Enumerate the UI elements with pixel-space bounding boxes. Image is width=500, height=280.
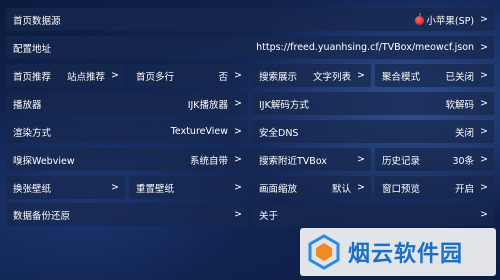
chevron-right-icon: > xyxy=(234,126,242,137)
home-source-label: 首页数据源 xyxy=(13,15,61,27)
watermark-text: 烟云软件园 xyxy=(348,242,464,267)
chevron-right-icon: > xyxy=(234,98,242,109)
chevron-right-icon: > xyxy=(480,209,488,220)
ijk-decode-value: 软解码 xyxy=(445,99,475,111)
search-nearby-tvbox-item[interactable]: 搜索附近TVBox > xyxy=(252,148,371,171)
home-source-item[interactable]: 首页数据源 小苹果(SP) > xyxy=(6,8,494,31)
settings-row: 换张壁纸 > 重置壁纸 > 画面缩放 默认 > 窗口预览 开启 > xyxy=(6,176,494,199)
home-recommend-item[interactable]: 首页推荐 站点推荐 > xyxy=(6,64,125,87)
settings-row: 首页数据源 小苹果(SP) > xyxy=(6,8,494,31)
chevron-right-icon: > xyxy=(480,42,488,53)
search-display-value: 文字列表 xyxy=(313,71,352,83)
chevron-right-icon: > xyxy=(480,182,488,193)
data-backup-label: 数据备份还原 xyxy=(13,210,71,222)
watermark: 烟云软件园 xyxy=(300,228,496,276)
chevron-right-icon: > xyxy=(111,182,119,193)
reset-wallpaper-label: 重置壁纸 xyxy=(136,183,175,195)
apple-icon xyxy=(415,12,425,25)
picture-scale-label: 画面缩放 xyxy=(259,183,298,195)
chevron-right-icon: > xyxy=(357,154,365,165)
window-preview-item[interactable]: 窗口预览 开启 > xyxy=(375,176,494,199)
aggregate-mode-value: 已关闭 xyxy=(445,71,475,83)
history-value: 30条 xyxy=(452,155,475,167)
about-label: 关于 xyxy=(259,210,279,222)
picture-scale-value: 默认 xyxy=(332,183,352,195)
data-backup-item[interactable]: 数据备份还原 > xyxy=(6,203,248,226)
aggregate-mode-label: 聚合模式 xyxy=(382,71,421,83)
home-multirow-label: 首页多行 xyxy=(136,71,175,83)
config-url-label: 配置地址 xyxy=(13,43,52,55)
chevron-right-icon: > xyxy=(234,209,242,220)
chevron-right-icon: > xyxy=(111,70,119,81)
sniff-webview-value: 系统自带 xyxy=(190,155,229,167)
search-nearby-tvbox-label: 搜索附近TVBox xyxy=(259,155,327,167)
render-mode-item[interactable]: 渲染方式 TextureView > xyxy=(6,120,248,143)
sniff-webview-item[interactable]: 嗅探Webview 系统自带 > xyxy=(6,148,248,171)
search-display-item[interactable]: 搜索展示 文字列表 > xyxy=(252,64,371,87)
player-label: 播放器 xyxy=(13,99,42,111)
config-url-value: https://freed.yuanhsing.cf/TVBox/meowcf.… xyxy=(256,42,475,53)
window-preview-label: 窗口预览 xyxy=(382,183,421,195)
home-multirow-item[interactable]: 首页多行 否 > xyxy=(129,64,248,87)
history-label: 历史记录 xyxy=(382,155,421,167)
change-wallpaper-item[interactable]: 换张壁纸 > xyxy=(6,176,125,199)
home-recommend-label: 首页推荐 xyxy=(13,71,52,83)
settings-screen: 首页数据源 小苹果(SP) > 配置地址 https://freed.yuanh… xyxy=(0,0,500,280)
ijk-decode-item[interactable]: IJK解码方式 软解码 > xyxy=(252,92,494,115)
picture-scale-item[interactable]: 画面缩放 默认 > xyxy=(252,176,371,199)
settings-row: 首页推荐 站点推荐 > 首页多行 否 > 搜索展示 文字列表 > 聚合模式 已关… xyxy=(6,64,494,87)
settings-row: 渲染方式 TextureView > 安全DNS 关闭 > xyxy=(6,120,494,143)
chevron-right-icon: > xyxy=(234,182,242,193)
settings-row: 嗅探Webview 系统自带 > 搜索附近TVBox > 历史记录 30条 > xyxy=(6,148,494,171)
aggregate-mode-item[interactable]: 聚合模式 已关闭 > xyxy=(375,64,494,87)
player-item[interactable]: 播放器 IJK播放器 > xyxy=(6,92,248,115)
home-recommend-value: 站点推荐 xyxy=(67,71,106,83)
chevron-right-icon: > xyxy=(480,14,488,25)
settings-row: 播放器 IJK播放器 > IJK解码方式 软解码 > xyxy=(6,92,494,115)
chevron-right-icon: > xyxy=(234,70,242,81)
home-source-value: 小苹果(SP) xyxy=(61,12,474,27)
chevron-right-icon: > xyxy=(480,154,488,165)
chevron-right-icon: > xyxy=(480,98,488,109)
secure-dns-label: 安全DNS xyxy=(259,127,299,139)
history-item[interactable]: 历史记录 30条 > xyxy=(375,148,494,171)
reset-wallpaper-item[interactable]: 重置壁纸 > xyxy=(129,176,248,199)
render-mode-value: TextureView xyxy=(170,126,229,137)
secure-dns-item[interactable]: 安全DNS 关闭 > xyxy=(252,120,494,143)
about-item[interactable]: 关于 > xyxy=(252,203,494,226)
player-value: IJK播放器 xyxy=(187,99,229,111)
render-mode-label: 渲染方式 xyxy=(13,127,52,139)
secure-dns-value: 关闭 xyxy=(455,127,475,139)
home-multirow-value: 否 xyxy=(218,71,229,83)
sniff-webview-label: 嗅探Webview xyxy=(13,155,75,167)
chevron-right-icon: > xyxy=(357,182,365,193)
settings-row: 数据备份还原 > 关于 > xyxy=(6,203,494,226)
chevron-right-icon: > xyxy=(480,126,488,137)
chevron-right-icon: > xyxy=(480,70,488,81)
watermark-logo-icon xyxy=(308,234,340,270)
search-display-label: 搜索展示 xyxy=(259,71,298,83)
chevron-right-icon: > xyxy=(234,154,242,165)
chevron-right-icon: > xyxy=(357,70,365,81)
window-preview-value: 开启 xyxy=(455,183,475,195)
settings-row: 配置地址 https://freed.yuanhsing.cf/TVBox/me… xyxy=(6,36,494,59)
change-wallpaper-label: 换张壁纸 xyxy=(13,183,52,195)
config-url-item[interactable]: 配置地址 https://freed.yuanhsing.cf/TVBox/me… xyxy=(6,36,494,59)
ijk-decode-label: IJK解码方式 xyxy=(259,99,309,111)
